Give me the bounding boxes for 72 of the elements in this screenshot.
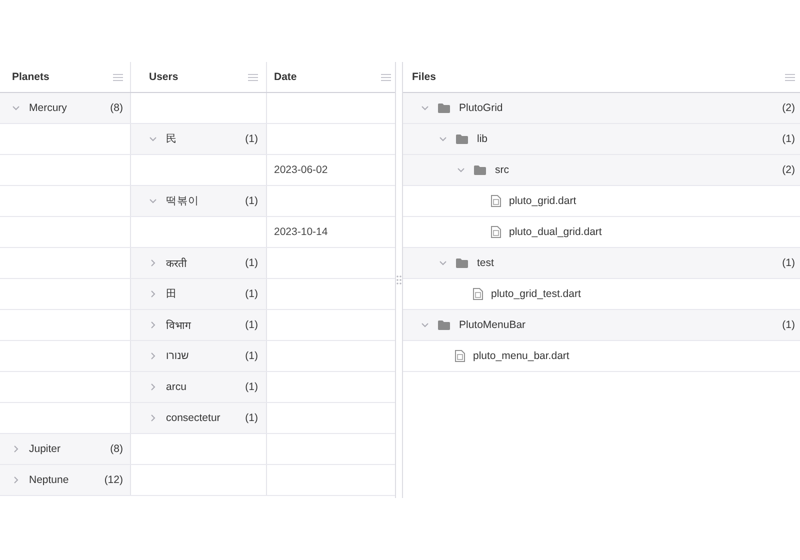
group-count: (1) [245,350,258,362]
folder-icon [456,258,468,268]
group-count: (8) [110,443,123,455]
group-count: (8) [110,102,123,114]
group-count: (1) [245,133,258,145]
chevron-down-icon[interactable] [149,135,157,143]
chevron-right-icon[interactable] [12,445,20,453]
column-header: Files [412,71,436,83]
group-label: 田 [166,287,178,301]
chevron-right-icon[interactable] [12,476,20,484]
chevron-right-icon[interactable] [149,259,157,267]
group-label: Jupiter [29,443,62,455]
folder-name: src [495,164,510,176]
folder-icon [474,165,486,175]
group-count: (1) [245,319,258,331]
chevron-down-icon[interactable] [421,104,429,112]
group-label: करती [166,256,188,270]
file-name: pluto_dual_grid.dart [509,226,603,238]
menu-icon[interactable] [381,72,391,82]
group-label: 떡볶이 [166,194,200,208]
date-cell: 2023-10-14 [274,226,328,238]
column-header: Users [149,71,178,83]
menu-icon[interactable] [113,72,123,82]
chevron-right-icon[interactable] [149,321,157,329]
group-count: (1) [245,257,258,269]
group-label: विभाग [166,318,192,332]
group-label: שנורו [166,350,190,362]
file-name: pluto_menu_bar.dart [473,350,570,362]
file-icon [491,195,501,207]
group-label: Neptune [29,474,70,486]
folder-count: (1) [782,133,795,145]
group-count: (12) [104,474,123,486]
group-count: (1) [245,381,258,393]
group-label: arcu [166,381,188,393]
group-label: 民 [166,132,178,146]
folder-count: (2) [782,164,795,176]
file-icon [491,226,501,238]
chevron-down-icon[interactable] [12,104,20,112]
column-header: Date [274,71,297,83]
folder-icon [438,320,450,330]
group-count: (1) [245,288,258,300]
folder-count: (2) [782,102,795,114]
folder-name: PlutoGrid [459,102,504,114]
menu-icon[interactable] [248,72,258,82]
resize-handle-icon[interactable] [396,275,402,285]
chevron-down-icon[interactable] [457,166,465,174]
chevron-down-icon[interactable] [421,321,429,329]
chevron-down-icon[interactable] [439,259,447,267]
file-icon [455,350,465,362]
menu-icon[interactable] [785,72,795,82]
chevron-down-icon[interactable] [149,197,157,205]
folder-count: (1) [782,319,795,331]
date-cell: 2023-06-02 [274,164,328,176]
file-name: pluto_grid_test.dart [491,288,582,300]
folder-icon [456,134,468,144]
file-name: pluto_grid.dart [509,195,578,207]
folder-name: test [477,257,495,269]
group-count: (1) [245,195,258,207]
file-icon [473,288,483,300]
folder-name: lib [477,133,489,145]
folder-icon [438,103,450,113]
chevron-right-icon[interactable] [149,414,157,422]
group-count: (1) [245,412,258,424]
chevron-right-icon[interactable] [149,352,157,360]
folder-count: (1) [782,257,795,269]
folder-name: PlutoMenuBar [459,319,527,331]
chevron-right-icon[interactable] [149,290,157,298]
chevron-right-icon[interactable] [149,383,157,391]
column-header: Planets [12,71,50,83]
group-label: consectetur [166,412,222,424]
group-label: Mercury [29,102,68,114]
chevron-down-icon[interactable] [439,135,447,143]
